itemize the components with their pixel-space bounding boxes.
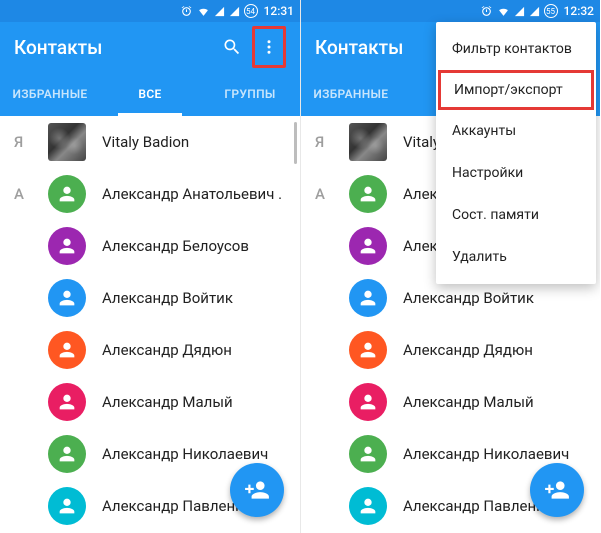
contact-name: Александр Войтик	[403, 289, 534, 307]
wifi-icon	[197, 5, 210, 18]
battery-badge-icon: 55	[544, 4, 558, 18]
tabs: ИЗБРАННЫЕ ВСЕ ГРУППЫ	[0, 72, 300, 116]
avatar	[349, 175, 387, 213]
contact-row[interactable]: Александр Дядюн	[0, 324, 300, 376]
section-letter: Я	[14, 133, 36, 151]
section-letter: А	[315, 185, 337, 203]
appbar-title: Контакты	[14, 36, 212, 59]
contact-name: Александр Николаевич	[102, 445, 268, 463]
avatar	[48, 487, 86, 525]
avatar	[349, 383, 387, 421]
contacts-list[interactable]: Я Vitaly Badion А Александр Анатольевич …	[0, 116, 300, 533]
avatar	[48, 123, 86, 161]
avatar	[349, 331, 387, 369]
signal-icon-2	[229, 6, 240, 17]
person-icon	[357, 443, 379, 465]
person-icon	[357, 391, 379, 413]
more-vert-icon	[260, 38, 278, 56]
tab-favorites[interactable]: ИЗБРАННЫЕ	[301, 72, 401, 116]
tab-groups[interactable]: ГРУППЫ	[200, 72, 300, 116]
person-icon	[56, 391, 78, 413]
contact-row[interactable]: Александр Белоусов	[0, 220, 300, 272]
tab-favorites[interactable]: ИЗБРАННЫЕ	[0, 72, 100, 116]
avatar	[48, 383, 86, 421]
avatar	[48, 435, 86, 473]
tab-all[interactable]: ВСЕ	[100, 72, 200, 116]
person-icon	[56, 339, 78, 361]
person-icon	[357, 287, 379, 309]
overflow-menu: Фильтр контактов Импорт/экспорт Аккаунты…	[436, 22, 596, 284]
appbar: Контакты	[0, 22, 300, 72]
avatar	[48, 279, 86, 317]
contact-name: Александр Павленко	[403, 497, 553, 515]
signal-icon	[214, 6, 225, 17]
person-icon	[357, 339, 379, 361]
wifi-icon	[497, 5, 510, 18]
contact-name: Александр Дядюн	[403, 341, 533, 359]
contact-row[interactable]: Александр Войтик	[0, 272, 300, 324]
contact-row[interactable]: А Александр Анатольевич .	[0, 168, 300, 220]
avatar	[349, 279, 387, 317]
menu-item-import-export[interactable]: Импорт/экспорт	[438, 70, 594, 110]
person-icon	[357, 235, 379, 257]
person-icon	[357, 495, 379, 517]
person-icon	[56, 443, 78, 465]
screen-left: 54 12:31 Контакты ИЗБРАННЫЕ ВСЕ ГРУППЫ Я…	[0, 0, 300, 533]
statusbar-time: 12:31	[264, 4, 294, 18]
avatar	[48, 175, 86, 213]
menu-item-delete[interactable]: Удалить	[436, 236, 596, 278]
person-icon	[357, 183, 379, 205]
statusbar-time: 12:32	[564, 4, 594, 18]
menu-item-settings[interactable]: Настройки	[436, 152, 596, 194]
contact-row[interactable]: Я Vitaly Badion	[0, 116, 300, 168]
statusbar: 54 12:31	[0, 0, 300, 22]
contact-name: Александр Николаевич	[403, 445, 569, 463]
contact-name: Vitaly Badion	[102, 133, 189, 151]
avatar	[349, 227, 387, 265]
statusbar: 55 12:32	[301, 0, 600, 22]
avatar	[349, 435, 387, 473]
person-add-icon	[544, 477, 570, 503]
contact-row[interactable]: Александр Малый	[0, 376, 300, 428]
add-contact-fab[interactable]	[530, 463, 584, 517]
section-letter: Я	[315, 133, 337, 151]
overflow-menu-button[interactable]	[252, 26, 286, 68]
avatar	[349, 123, 387, 161]
signal-icon-2	[529, 6, 540, 17]
contact-row[interactable]: Александр Дядюн	[301, 324, 600, 376]
menu-item-memory[interactable]: Сост. памяти	[436, 194, 596, 236]
contact-name: Александр Малый	[403, 393, 534, 411]
section-letter: А	[14, 185, 36, 203]
contact-name: Vitaly	[403, 133, 440, 151]
contact-row[interactable]: Александр Малый	[301, 376, 600, 428]
person-icon	[56, 495, 78, 517]
alarm-icon	[480, 5, 493, 18]
contact-name: Александр Дядюн	[102, 341, 232, 359]
search-icon	[222, 37, 242, 57]
signal-icon	[514, 6, 525, 17]
person-icon	[56, 235, 78, 257]
avatar	[48, 227, 86, 265]
menu-item-filter[interactable]: Фильтр контактов	[436, 28, 596, 70]
search-button[interactable]	[212, 27, 252, 67]
contact-name: Александр Войтик	[102, 289, 233, 307]
add-contact-fab[interactable]	[230, 463, 284, 517]
contact-name: Александр Анатольевич .	[102, 185, 282, 203]
alarm-icon	[180, 5, 193, 18]
person-icon	[56, 287, 78, 309]
battery-badge-icon: 54	[244, 4, 258, 18]
screen-right: 55 12:32 Контакты ИЗБРАННЫЕ Я Vitaly А А…	[300, 0, 600, 533]
person-icon	[56, 183, 78, 205]
avatar	[349, 487, 387, 525]
person-add-icon	[244, 477, 270, 503]
contact-name: Александр Белоусов	[102, 237, 249, 255]
contact-name: Александр Малый	[102, 393, 233, 411]
avatar	[48, 331, 86, 369]
contact-name: Александр Павленко	[102, 497, 252, 515]
menu-item-accounts[interactable]: Аккаунты	[436, 110, 596, 152]
